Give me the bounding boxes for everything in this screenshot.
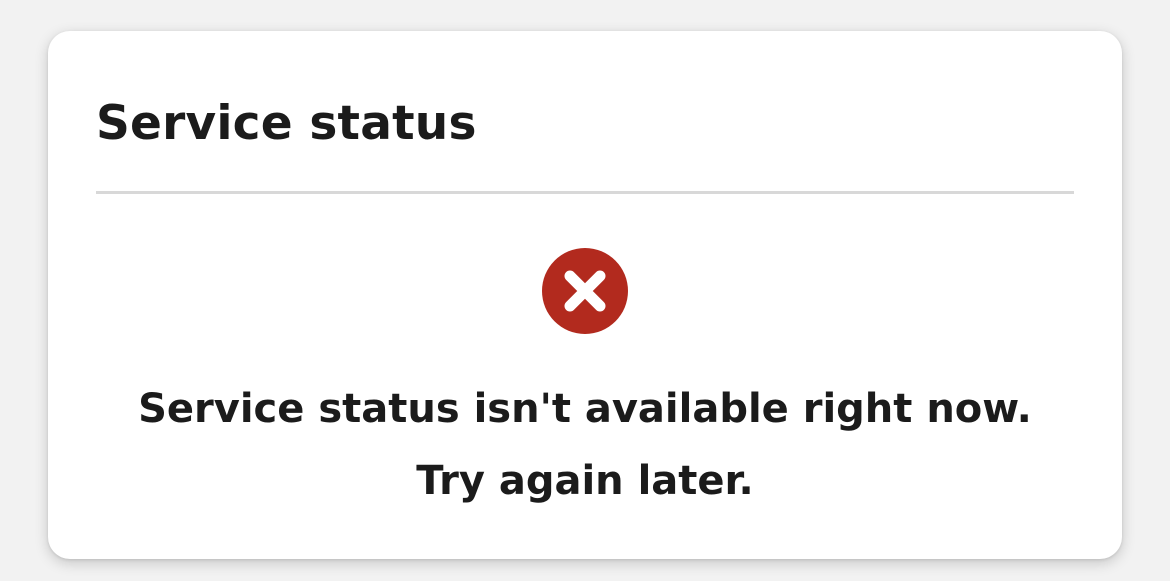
status-message: Service status isn't available right now… [48,373,1122,517]
card-title: Service status [96,96,477,151]
status-message-line-1: Service status isn't available right now… [138,386,1032,432]
status-message-line-2: Try again later. [416,458,754,504]
card-header: Service status [96,93,1074,155]
service-status-card: Service status Service status isn't avai… [48,31,1122,559]
header-divider [96,191,1074,194]
error-icon [542,248,628,334]
status-body: Service status isn't available right now… [48,247,1122,517]
